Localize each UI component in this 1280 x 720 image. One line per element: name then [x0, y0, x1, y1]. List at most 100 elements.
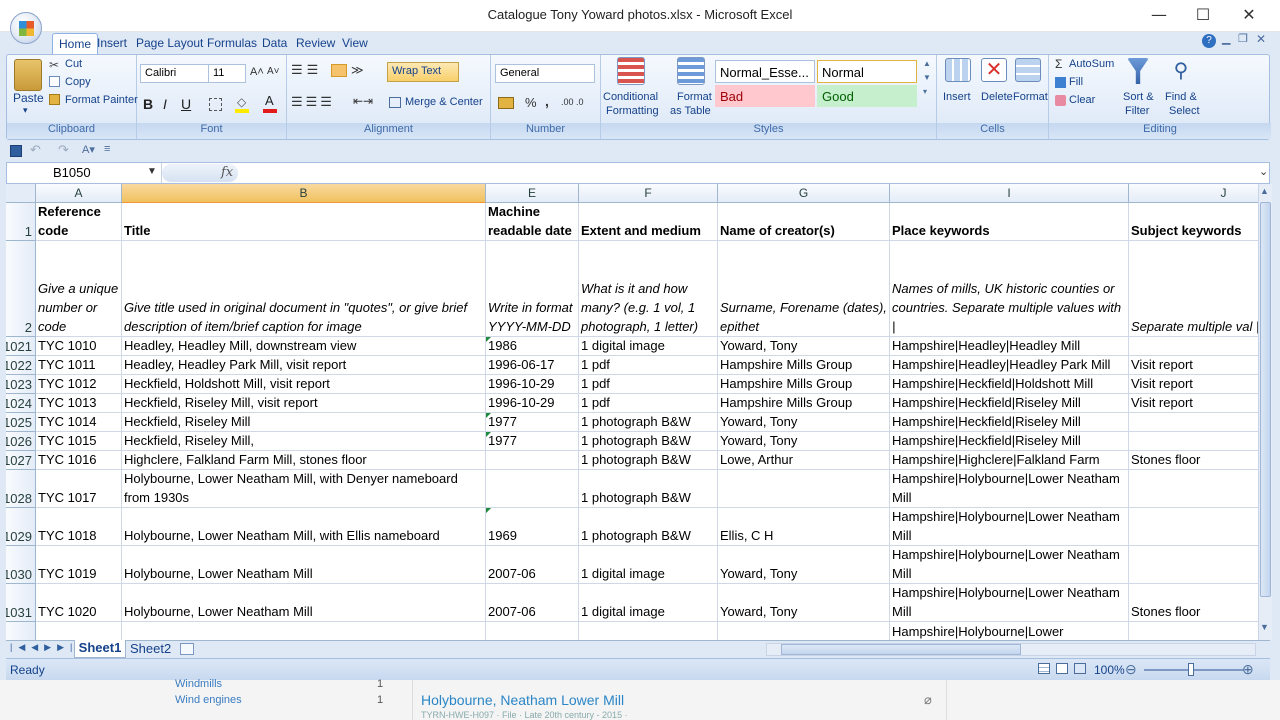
row-header[interactable]: 1029	[6, 508, 36, 546]
scroll-down-icon[interactable]: ▼	[1260, 622, 1269, 632]
row-header[interactable]: 1025	[6, 413, 36, 432]
row-header[interactable]: 1028	[6, 470, 36, 508]
cell-b[interactable]	[122, 622, 486, 640]
row-header[interactable]: 2	[6, 241, 36, 337]
cell-j[interactable]	[1129, 470, 1258, 508]
header-cell-j[interactable]: Subject keywords	[1129, 203, 1258, 241]
cell-a[interactable]: TYC 1020	[36, 584, 122, 622]
row-header[interactable]	[6, 622, 36, 640]
comma-button[interactable]: ,	[545, 93, 549, 109]
cell-e[interactable]: 2007-06	[486, 584, 579, 622]
borders-icon[interactable]	[209, 98, 222, 111]
cell-i[interactable]: Hampshire|Heckfield|Riseley Mill	[890, 413, 1129, 432]
formula-input[interactable]	[241, 165, 1251, 181]
col-header-e[interactable]: E	[486, 184, 579, 203]
tab-data[interactable]: Data	[262, 36, 287, 50]
cell-e[interactable]	[486, 470, 579, 508]
row-header[interactable]: 1023	[6, 375, 36, 394]
zoom-level[interactable]: 100%	[1094, 663, 1125, 677]
expand-formula-icon[interactable]: ⌄	[1259, 165, 1268, 178]
cell-f[interactable]: 1 photograph B&W	[579, 508, 718, 546]
insert-function-button[interactable]: fx	[221, 165, 233, 180]
header-cell-b[interactable]: Give title used in original document in …	[122, 241, 486, 337]
cell-g[interactable]	[718, 622, 890, 640]
vertical-align-icons[interactable]: ☰☰	[291, 62, 322, 78]
vertical-scrollbar[interactable]: ▲ ▼	[1258, 184, 1272, 640]
cell-b[interactable]: Heckfield, Riseley Mill,	[122, 432, 486, 451]
tab-view[interactable]: View	[342, 36, 368, 50]
cell-b[interactable]: Heckfield, Holdshott Mill, visit report	[122, 375, 486, 394]
conditional-formatting-icon[interactable]	[617, 57, 645, 85]
header-cell-i[interactable]: Names of mills, UK historic counties or …	[890, 241, 1129, 337]
cell-j[interactable]	[1129, 413, 1258, 432]
cell-j[interactable]: Visit report	[1129, 356, 1258, 375]
tab-insert[interactable]: Insert	[97, 36, 127, 50]
decimal-icons[interactable]: .00 .0	[561, 97, 584, 107]
name-box-dropdown-icon[interactable]: ▼	[147, 166, 157, 177]
close-button[interactable]: ✕	[1226, 4, 1272, 26]
style-normal-esse[interactable]: Normal_Esse...	[715, 60, 815, 83]
cell-e[interactable]	[486, 622, 579, 640]
header-cell-g[interactable]: Surname, Forename (dates), epithet	[718, 241, 890, 337]
row-header[interactable]: 1031	[6, 584, 36, 622]
cell-f[interactable]: 1 pdf	[579, 394, 718, 413]
font-name-select[interactable]: Calibri	[140, 64, 214, 83]
redo-icon[interactable]: ↷	[58, 142, 69, 158]
minimize-button[interactable]: —	[1136, 4, 1182, 26]
cell-e[interactable]: 2007-06	[486, 546, 579, 584]
undo-icon[interactable]: ↶	[30, 142, 41, 158]
horizontal-scroll-thumb[interactable]	[781, 644, 1021, 655]
wrap-text-button[interactable]: Wrap Text	[387, 62, 459, 82]
cell-i[interactable]: Hampshire|Heckfield|Riseley Mill	[890, 432, 1129, 451]
fill-color-icon[interactable]	[235, 109, 249, 113]
zoom-slider-track[interactable]	[1144, 669, 1244, 671]
col-header-f[interactable]: F	[579, 184, 718, 203]
cell-j[interactable]	[1129, 508, 1258, 546]
row-header[interactable]: 1021	[6, 337, 36, 356]
style-good[interactable]: Good	[817, 85, 917, 107]
cell-e[interactable]: 1996-10-29	[486, 394, 579, 413]
zoom-in-icon[interactable]: ⊕	[1242, 661, 1254, 678]
cell-e[interactable]: 1986	[486, 337, 579, 356]
bottom-align-icon[interactable]	[331, 64, 347, 77]
row-header[interactable]: 1022	[6, 356, 36, 375]
paste-button[interactable]: Paste	[13, 91, 44, 105]
cell-g[interactable]: Hampshire Mills Group	[718, 356, 890, 375]
grow-font-icon[interactable]: A˄	[250, 66, 264, 78]
cell-b[interactable]: Headley, Headley Mill, downstream view	[122, 337, 486, 356]
cell-a[interactable]: TYC 1013	[36, 394, 122, 413]
cell-f[interactable]: 1 digital image	[579, 337, 718, 356]
cell-b[interactable]: Heckfield, Riseley Mill	[122, 413, 486, 432]
cell-b[interactable]: Holybourne, Lower Neatham Mill	[122, 546, 486, 584]
cell-g[interactable]: Yoward, Tony	[718, 546, 890, 584]
cell-g[interactable]: Yoward, Tony	[718, 413, 890, 432]
sort-filter-button[interactable]: Sort &	[1123, 91, 1154, 103]
format-button[interactable]: Format	[1013, 91, 1048, 103]
col-header-g[interactable]: G	[718, 184, 890, 203]
cell-f[interactable]: 1 photograph B&W	[579, 470, 718, 508]
cell-e[interactable]: 1996-10-29	[486, 375, 579, 394]
autosum-button[interactable]: AutoSum	[1069, 58, 1114, 70]
col-header-a[interactable]: A	[36, 184, 122, 203]
cell-i[interactable]: Hampshire|Headley|Headley Mill	[890, 337, 1129, 356]
tab-review[interactable]: Review	[296, 36, 335, 50]
format-as-table-icon[interactable]	[677, 57, 705, 85]
header-cell-b[interactable]: Title	[122, 203, 486, 241]
format-painter-button[interactable]: Format Painter	[65, 94, 138, 106]
cell-g[interactable]: Hampshire Mills Group	[718, 394, 890, 413]
cell-g[interactable]: Yoward, Tony	[718, 337, 890, 356]
tab-page-layout[interactable]: Page Layout	[136, 36, 203, 50]
bold-button[interactable]: B	[143, 96, 153, 112]
normal-view-icon[interactable]	[1038, 663, 1050, 674]
customize-qat-icon[interactable]: ≡	[104, 143, 110, 155]
cell-f[interactable]: 1 digital image	[579, 546, 718, 584]
cell-a[interactable]: TYC 1016	[36, 451, 122, 470]
conditional-formatting-button[interactable]: Conditional	[603, 91, 658, 103]
save-icon[interactable]	[10, 145, 22, 157]
cell-b[interactable]: Holybourne, Lower Neatham Mill	[122, 584, 486, 622]
cell-b[interactable]: Holybourne, Lower Neatham Mill, with Ell…	[122, 508, 486, 546]
styles-scroll-icon[interactable]: ▲ ▼ ▾	[923, 57, 931, 99]
italic-button[interactable]: I	[163, 96, 167, 112]
sort-filter-icon[interactable]	[1127, 58, 1149, 84]
row-header[interactable]: 1024	[6, 394, 36, 413]
